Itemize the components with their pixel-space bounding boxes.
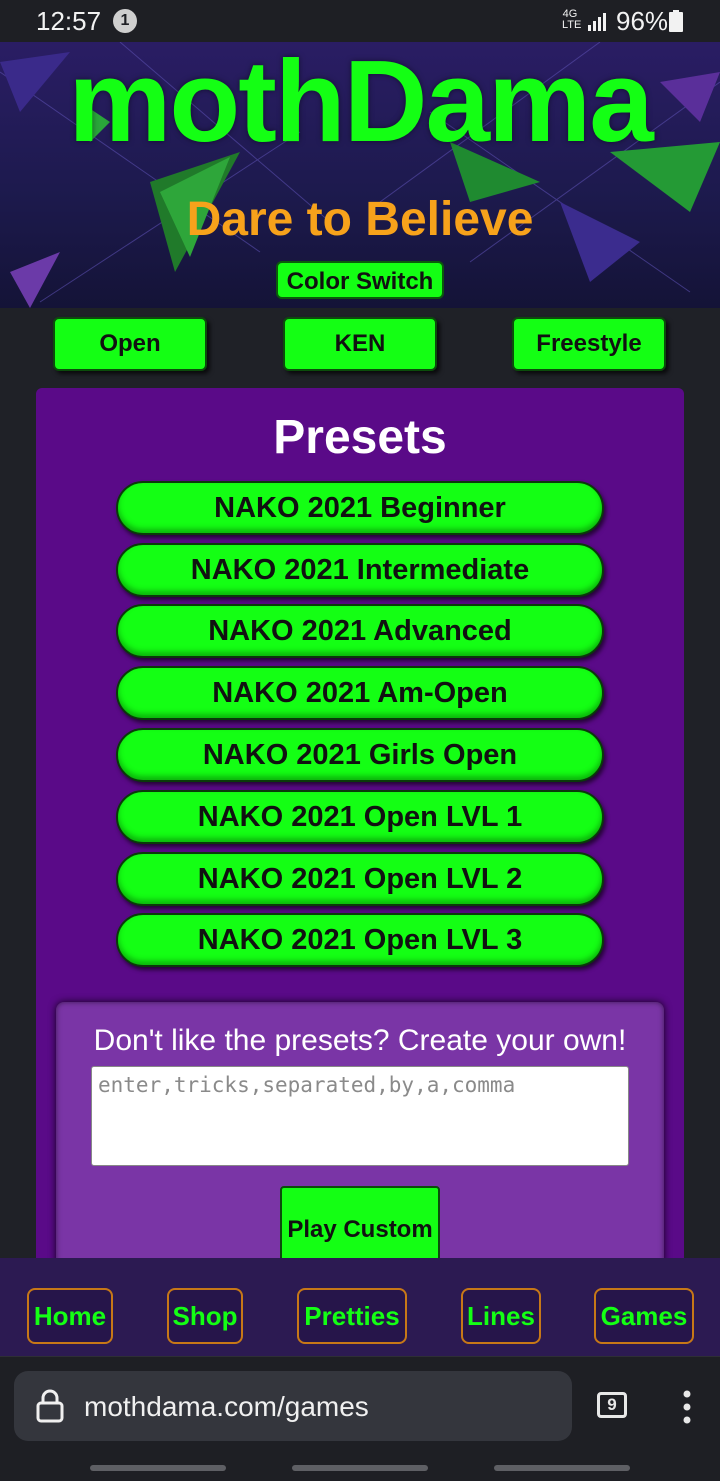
bottom-nav: Home Shop Pretties Lines Games	[0, 1258, 720, 1356]
preset-button-beginner[interactable]: NAKO 2021 Beginner	[116, 481, 604, 535]
custom-prompt: Don't like the presets? Create your own!	[93, 1024, 627, 1057]
custom-presets-box: Don't like the presets? Create your own!…	[56, 1002, 664, 1272]
browser-bar: mothdama.com/games 9	[0, 1356, 720, 1481]
battery-icon	[669, 10, 683, 32]
lock-icon	[36, 1389, 64, 1423]
battery-percent: 96%	[616, 6, 669, 36]
mode-button-freestyle[interactable]: Freestyle	[512, 317, 666, 371]
presets-panel: Presets NAKO 2021 Beginner NAKO 2021 Int…	[36, 388, 684, 1272]
nav-games[interactable]: Games	[594, 1288, 694, 1344]
nav-pretties[interactable]: Pretties	[297, 1288, 407, 1344]
preset-button-open-lvl-1[interactable]: NAKO 2021 Open LVL 1	[116, 790, 604, 844]
status-time: 12:57	[36, 6, 102, 36]
site-header: mothDama Dare to Believe Color Switch	[0, 42, 720, 308]
custom-tricks-input[interactable]	[91, 1066, 629, 1166]
nav-shop[interactable]: Shop	[167, 1288, 243, 1344]
mode-button-ken[interactable]: KEN	[283, 317, 437, 371]
preset-button-advanced[interactable]: NAKO 2021 Advanced	[116, 604, 604, 658]
tab-count-icon[interactable]: 9	[597, 1392, 627, 1418]
color-switch-button[interactable]: Color Switch	[276, 261, 444, 299]
network-type-icon: 4G LTE	[562, 8, 582, 31]
notification-badge: 1	[113, 9, 137, 33]
site-title: mothDama	[68, 42, 653, 166]
more-menu-icon[interactable]	[682, 1389, 692, 1425]
gesture-bar-center	[292, 1465, 428, 1471]
tagline: Dare to Believe	[186, 193, 534, 246]
url-text: mothdama.com/games	[84, 1391, 369, 1422]
presets-title: Presets	[273, 411, 447, 464]
nav-lines[interactable]: Lines	[461, 1288, 541, 1344]
preset-button-intermediate[interactable]: NAKO 2021 Intermediate	[116, 543, 604, 597]
status-bar: 12:57 1 4G LTE 96%	[0, 0, 720, 42]
signal-icon	[588, 13, 606, 31]
gesture-bar-right	[494, 1465, 630, 1471]
url-field[interactable]: mothdama.com/games	[14, 1371, 572, 1441]
nav-home[interactable]: Home	[27, 1288, 113, 1344]
preset-button-am-open[interactable]: NAKO 2021 Am-Open	[116, 666, 604, 720]
preset-button-open-lvl-2[interactable]: NAKO 2021 Open LVL 2	[116, 852, 604, 906]
mode-button-open[interactable]: Open	[53, 317, 207, 371]
preset-button-girls-open[interactable]: NAKO 2021 Girls Open	[116, 728, 604, 782]
gesture-bar-left	[90, 1465, 226, 1471]
preset-button-open-lvl-3[interactable]: NAKO 2021 Open LVL 3	[116, 913, 604, 967]
